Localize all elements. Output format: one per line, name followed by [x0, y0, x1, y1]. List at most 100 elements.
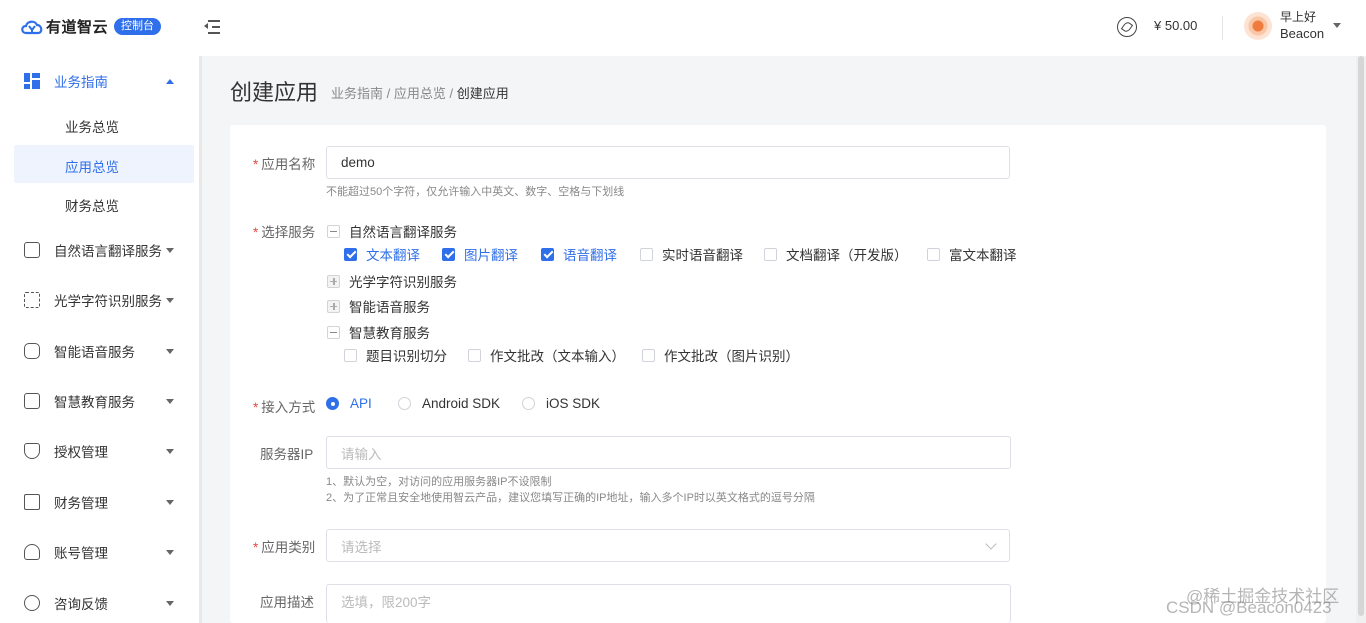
- chevron-down-icon: [166, 448, 174, 454]
- sidebar-subitem-app-overview[interactable]: 应用总览: [14, 145, 194, 183]
- required-mark: *: [253, 400, 259, 415]
- console-badge: 控制台: [114, 18, 162, 35]
- cloud-logo-icon: [21, 20, 43, 34]
- sidebar-item-authorization[interactable]: 授权管理: [14, 432, 194, 470]
- chevron-down-icon: [166, 549, 174, 555]
- scan-icon: [24, 292, 40, 308]
- checkbox-speech-translation[interactable]: 语音翻译: [541, 244, 617, 264]
- service-group-translation[interactable]: 自然语言翻译服务: [327, 221, 457, 241]
- checkbox-icon: [642, 348, 655, 362]
- logo-text: 有道智云: [46, 19, 109, 36]
- avatar[interactable]: [1244, 12, 1272, 40]
- breadcrumb-separator: /: [383, 86, 394, 101]
- checkbox-icon: [640, 247, 653, 261]
- checkbox-document-translation[interactable]: 文档翻译（开发版）: [764, 244, 908, 264]
- feedback-icon: [24, 595, 40, 611]
- sidebar-item-guide[interactable]: 业务指南: [14, 62, 194, 100]
- sidebar-item-voice[interactable]: 智能语音服务: [14, 332, 194, 370]
- radio-icon: [326, 397, 339, 410]
- chevron-down-icon: [166, 348, 174, 354]
- compass-icon[interactable]: [1117, 17, 1137, 37]
- chevron-down-icon: [166, 499, 174, 505]
- scrollbar-thumb[interactable]: [1358, 56, 1364, 616]
- create-app-form: * 应用名称 demo 不能超过50个字符，仅允许输入中英文、数字、空格与下划线 …: [230, 125, 1326, 623]
- server-ip-label: 服务器IP: [260, 447, 314, 462]
- checkbox-icon: [442, 247, 455, 261]
- sidebar-item-label: 咨询反馈: [54, 597, 108, 612]
- checkbox-text-translation[interactable]: 文本翻译: [344, 244, 420, 264]
- chevron-up-icon: [166, 78, 174, 84]
- top-header: 有道智云 控制台 ¥ 50.00 早上好 Beacon: [0, 0, 1366, 56]
- sidebar-subitem-finance-overview[interactable]: 财务总览: [14, 184, 194, 222]
- username[interactable]: Beacon: [1280, 26, 1324, 41]
- chevron-down-icon: [985, 538, 997, 550]
- checkbox-question-segmentation[interactable]: 题目识别切分: [344, 345, 447, 365]
- sidebar-item-label: 授权管理: [54, 445, 108, 460]
- sidebar-subitem-label: 业务总览: [65, 120, 119, 135]
- expand-toggle-icon[interactable]: [327, 274, 340, 288]
- voice-icon: [24, 343, 40, 359]
- finance-icon: [24, 494, 40, 510]
- sidebar-item-ocr[interactable]: 光学字符识别服务: [14, 281, 194, 319]
- sidebar-item-finance[interactable]: 财务管理: [14, 483, 194, 521]
- sidebar-subitem-label: 应用总览: [65, 160, 119, 175]
- service-group-ocr[interactable]: 光学字符识别服务: [327, 271, 457, 291]
- sidebar-item-label: 智能语音服务: [54, 345, 135, 360]
- sidebar-subitem-business-overview[interactable]: 业务总览: [14, 105, 194, 143]
- translate-icon: [24, 242, 40, 258]
- checkbox-icon: [468, 348, 481, 362]
- required-mark: *: [253, 157, 259, 172]
- chevron-down-icon: [166, 247, 174, 253]
- services-label: * 选择服务: [253, 225, 316, 240]
- radio-api[interactable]: API: [326, 396, 372, 411]
- logo[interactable]: 有道智云 控制台: [20, 16, 162, 37]
- radio-icon: [522, 397, 535, 410]
- breadcrumb-current: 创建应用: [456, 86, 509, 101]
- menu-collapse-icon[interactable]: [204, 18, 220, 36]
- sidebar-item-label: 财务管理: [54, 496, 108, 511]
- required-mark: *: [253, 225, 259, 240]
- breadcrumb-separator: /: [445, 86, 457, 101]
- sidebar-item-label: 自然语言翻译服务: [54, 244, 162, 259]
- service-group-voice[interactable]: 智能语音服务: [327, 296, 430, 316]
- category-placeholder: 请选择: [341, 539, 382, 555]
- education-icon: [24, 393, 40, 409]
- sidebar-item-label: 光学字符识别服务: [54, 294, 162, 309]
- sidebar: 业务指南 业务总览 应用总览 财务总览 自然语言翻译服务 光学字符识别服务 智能…: [0, 56, 200, 623]
- expand-toggle-icon[interactable]: [327, 299, 340, 313]
- radio-ios-sdk[interactable]: iOS SDK: [522, 396, 600, 411]
- shield-icon: [24, 443, 40, 459]
- sidebar-item-education[interactable]: 智慧教育服务: [14, 382, 194, 420]
- watermark-csdn: CSDN @Beacon0423: [1166, 598, 1332, 617]
- greeting-text: 早上好: [1280, 10, 1317, 24]
- required-mark: *: [253, 540, 259, 555]
- checkbox-essay-text[interactable]: 作文批改（文本输入）: [468, 345, 625, 365]
- sidebar-item-translation[interactable]: 自然语言翻译服务: [14, 231, 194, 269]
- checkbox-richtext-translation[interactable]: 富文本翻译: [927, 244, 1017, 264]
- description-textarea[interactable]: 选填，限200字: [326, 584, 1011, 623]
- checkbox-icon: [344, 247, 357, 261]
- service-group-education[interactable]: 智慧教育服务: [327, 322, 430, 342]
- app-name-input[interactable]: demo: [326, 146, 1010, 179]
- sidebar-item-feedback[interactable]: 咨询反馈: [14, 584, 194, 622]
- checkbox-realtime-speech-translation[interactable]: 实时语音翻译: [640, 244, 743, 264]
- category-label: * 应用类别: [253, 540, 316, 555]
- page-scrollbar[interactable]: [1356, 56, 1366, 623]
- radio-icon: [398, 397, 411, 410]
- server-ip-input[interactable]: 请输入: [326, 436, 1011, 469]
- checkbox-image-translation[interactable]: 图片翻译: [442, 244, 518, 264]
- sidebar-scrollbar[interactable]: [199, 56, 202, 623]
- sidebar-item-account[interactable]: 账号管理: [14, 533, 194, 571]
- collapse-toggle-icon[interactable]: [327, 325, 340, 339]
- breadcrumb-link-app-overview[interactable]: 应用总览: [394, 86, 446, 101]
- category-select[interactable]: 请选择: [326, 529, 1010, 562]
- user-menu-caret-icon[interactable]: [1333, 23, 1341, 28]
- breadcrumb-link-guide[interactable]: 业务指南: [331, 86, 383, 101]
- description-label: 应用描述: [260, 595, 314, 610]
- collapse-toggle-icon[interactable]: [327, 224, 340, 238]
- checkbox-icon: [344, 348, 357, 362]
- account-balance[interactable]: ¥ 50.00: [1154, 18, 1197, 33]
- checkbox-icon: [764, 247, 777, 261]
- radio-android-sdk[interactable]: Android SDK: [398, 396, 500, 411]
- checkbox-essay-image[interactable]: 作文批改（图片识别）: [642, 345, 799, 365]
